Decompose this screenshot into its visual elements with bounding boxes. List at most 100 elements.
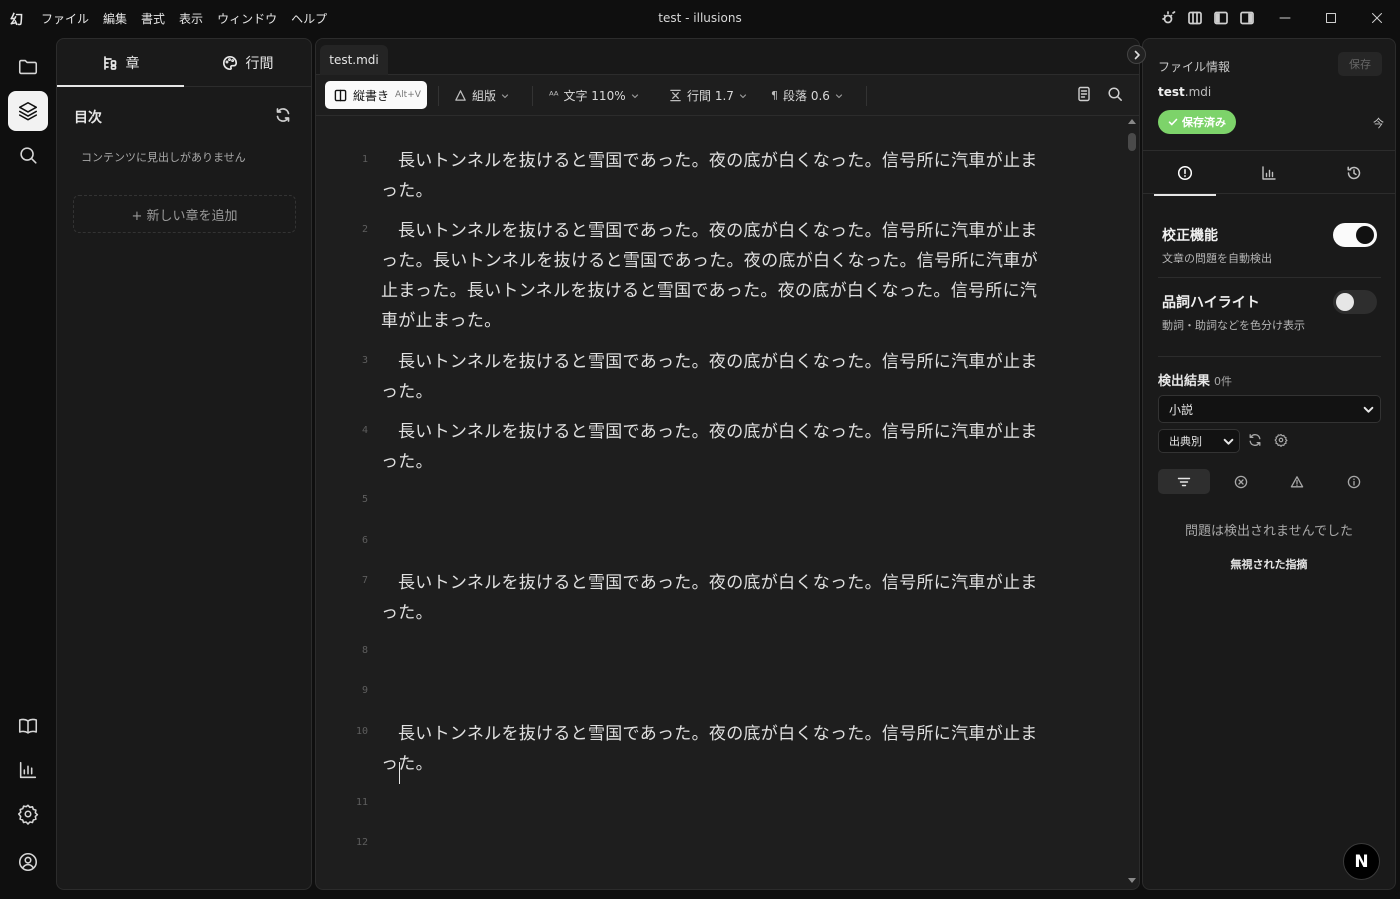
line-number: 10	[355, 726, 368, 737]
genre-select[interactable]: 小説	[1158, 395, 1381, 423]
n-badge[interactable]: N	[1343, 843, 1380, 880]
typeset-dropdown[interactable]: 組版	[454, 87, 509, 104]
toc-empty-message: コンテンツに見出しがありません	[81, 151, 246, 164]
file-name: test.mdi	[1158, 85, 1211, 99]
file-info-label: ファイル情報	[1158, 60, 1231, 74]
window-controls	[1262, 0, 1400, 36]
layout-sidebar-left-icon[interactable]	[1212, 9, 1230, 27]
chevron-down-icon	[835, 92, 843, 100]
line-height-icon	[669, 89, 682, 102]
pos-highlight-toggle[interactable]	[1333, 290, 1377, 314]
menu-window[interactable]: ウィンドウ	[210, 10, 284, 27]
menu-file[interactable]: ファイル	[34, 10, 96, 27]
line-height-dropdown[interactable]: 行間 1.7	[669, 87, 747, 104]
paragraph[interactable]: 長いトンネルを抜けると雪国であった。夜の底が白くなった。信号所に汽車が止まった。	[381, 417, 1053, 477]
app-logo: 幻	[10, 13, 24, 28]
results-title: 検出結果	[1158, 374, 1211, 389]
layout-panel-left-icon[interactable]	[1186, 9, 1204, 27]
file-name-ext: .mdi	[1184, 85, 1212, 99]
paragraph[interactable]: 長いトンネルを抜けると雪国であった。夜の底が白くなった。信号所に汽車が止まった。	[381, 146, 1053, 206]
scroll-thumb[interactable]	[1128, 133, 1136, 151]
vertical-writing-label: 縦書き	[353, 88, 390, 103]
menu-help[interactable]: ヘルプ	[284, 10, 334, 27]
proofread-toggle[interactable]	[1333, 223, 1377, 247]
book-icon[interactable]	[8, 706, 48, 746]
search-icon[interactable]	[8, 135, 48, 175]
scroll-up-arrow[interactable]	[1128, 119, 1136, 124]
tab-line-spacing-label: 行間	[245, 55, 274, 72]
paragraph[interactable]: 長いトンネルを抜けると雪国であった。夜の底が白くなった。信号所に汽車が止まった。…	[381, 216, 1053, 336]
line-number: 3	[361, 355, 368, 366]
folder-icon[interactable]	[8, 47, 48, 87]
columns-icon	[334, 89, 347, 102]
layout-sidebar-right-icon[interactable]	[1238, 9, 1256, 27]
add-chapter-button[interactable]: + 新しい章を追加	[73, 195, 296, 233]
bar-chart-icon[interactable]	[1238, 151, 1300, 195]
text-area[interactable]: 1 長いトンネルを抜けると雪国であった。夜の底が白くなった。信号所に汽車が止まっ…	[316, 117, 1124, 889]
info-icon[interactable]	[1328, 469, 1380, 494]
paragraph-spacing-dropdown[interactable]: ¶ 段落 0.6	[771, 87, 843, 104]
line-number: 1	[361, 154, 368, 165]
close-icon[interactable]	[1354, 0, 1400, 36]
paragraph-spacing-label: 段落 0.6	[783, 89, 830, 103]
left-panel-tabs: 章 行間	[57, 39, 311, 87]
font-size-dropdown[interactable]: ᴬᴬ 文字 110%	[549, 87, 639, 104]
toolbar-divider	[532, 86, 533, 106]
ignored-suggestions-link[interactable]: 無視された指摘	[1143, 556, 1395, 572]
line-number: 9	[361, 685, 368, 696]
chapter-tree-icon	[102, 55, 118, 71]
tab-line-spacing[interactable]: 行間	[184, 39, 311, 86]
user-circle-icon[interactable]	[8, 842, 48, 882]
x-circle-icon[interactable]	[1215, 469, 1267, 494]
bar-chart-icon[interactable]	[8, 750, 48, 790]
vertical-writing-button[interactable]: 縦書き Alt+V	[325, 81, 427, 109]
save-button[interactable]: 保存	[1338, 52, 1382, 76]
refresh-icon[interactable]	[1248, 433, 1262, 447]
editor-tab-bar: test.mdi	[316, 39, 1139, 75]
refresh-icon[interactable]	[275, 107, 291, 123]
minimize-icon[interactable]	[1262, 0, 1308, 36]
menu-format[interactable]: 書式	[134, 10, 172, 27]
right-panel: ファイル情報 保存 test.mdi 保存済み 今 校正機能 文章の問題を自動検…	[1142, 38, 1396, 890]
left-panel: 章 行間 目次 コンテンツに見出しがありません + 新しい章を追加	[56, 38, 312, 890]
divider	[1158, 277, 1381, 278]
line-number: 11	[355, 797, 368, 808]
chevron-down-icon	[1223, 436, 1234, 447]
line-number: 6	[361, 535, 368, 546]
activity-bar	[0, 38, 55, 899]
chevron-down-icon	[631, 92, 639, 100]
chevron-down-icon	[1363, 404, 1374, 415]
pos-highlight-description: 動詞・助詞などを色分け表示	[1162, 319, 1305, 332]
editor-scrollbar[interactable]	[1124, 117, 1138, 889]
layers-icon[interactable]	[8, 91, 48, 131]
paragraph[interactable]: 長いトンネルを抜けると雪国であった。夜の底が白くなった。信号所に汽車が止まった。	[381, 719, 1053, 779]
tab-chapters[interactable]: 章	[57, 39, 184, 87]
scroll-down-arrow[interactable]	[1128, 878, 1136, 883]
file-tab[interactable]: test.mdi	[320, 45, 388, 75]
gear-icon[interactable]	[1274, 433, 1288, 447]
font-size-icon: ᴬᴬ	[549, 89, 559, 102]
typeset-label: 組版	[472, 89, 497, 103]
gear-icon[interactable]	[8, 794, 48, 834]
warning-triangle-icon[interactable]	[1271, 469, 1323, 494]
alert-circle-icon[interactable]	[1154, 151, 1216, 196]
book-view-icon[interactable]	[1076, 86, 1092, 102]
pilcrow-icon: ¶	[771, 89, 778, 102]
proofread-title: 校正機能	[1162, 228, 1218, 244]
typeset-icon	[454, 89, 467, 102]
paragraph[interactable]: 長いトンネルを抜けると雪国であった。夜の底が白くなった。信号所に汽車が止まった。	[381, 347, 1053, 407]
sun-bug-icon[interactable]	[1160, 9, 1178, 27]
menu-edit[interactable]: 編集	[96, 10, 134, 27]
source-select[interactable]: 出典別	[1158, 429, 1240, 453]
maximize-icon[interactable]	[1308, 0, 1354, 36]
line-height-label: 行間 1.7	[687, 89, 734, 103]
chevron-right-icon[interactable]	[1127, 45, 1146, 64]
search-icon[interactable]	[1107, 86, 1123, 102]
paragraph[interactable]: 長いトンネルを抜けると雪国であった。夜の底が白くなった。信号所に汽車が止まった。	[381, 568, 1053, 628]
filter-icon[interactable]	[1158, 469, 1210, 494]
toggle-knob	[1336, 293, 1354, 311]
toolbar-divider	[438, 86, 439, 106]
file-name-base: test	[1158, 85, 1185, 99]
menu-view[interactable]: 表示	[172, 10, 210, 27]
history-icon[interactable]	[1323, 151, 1385, 195]
